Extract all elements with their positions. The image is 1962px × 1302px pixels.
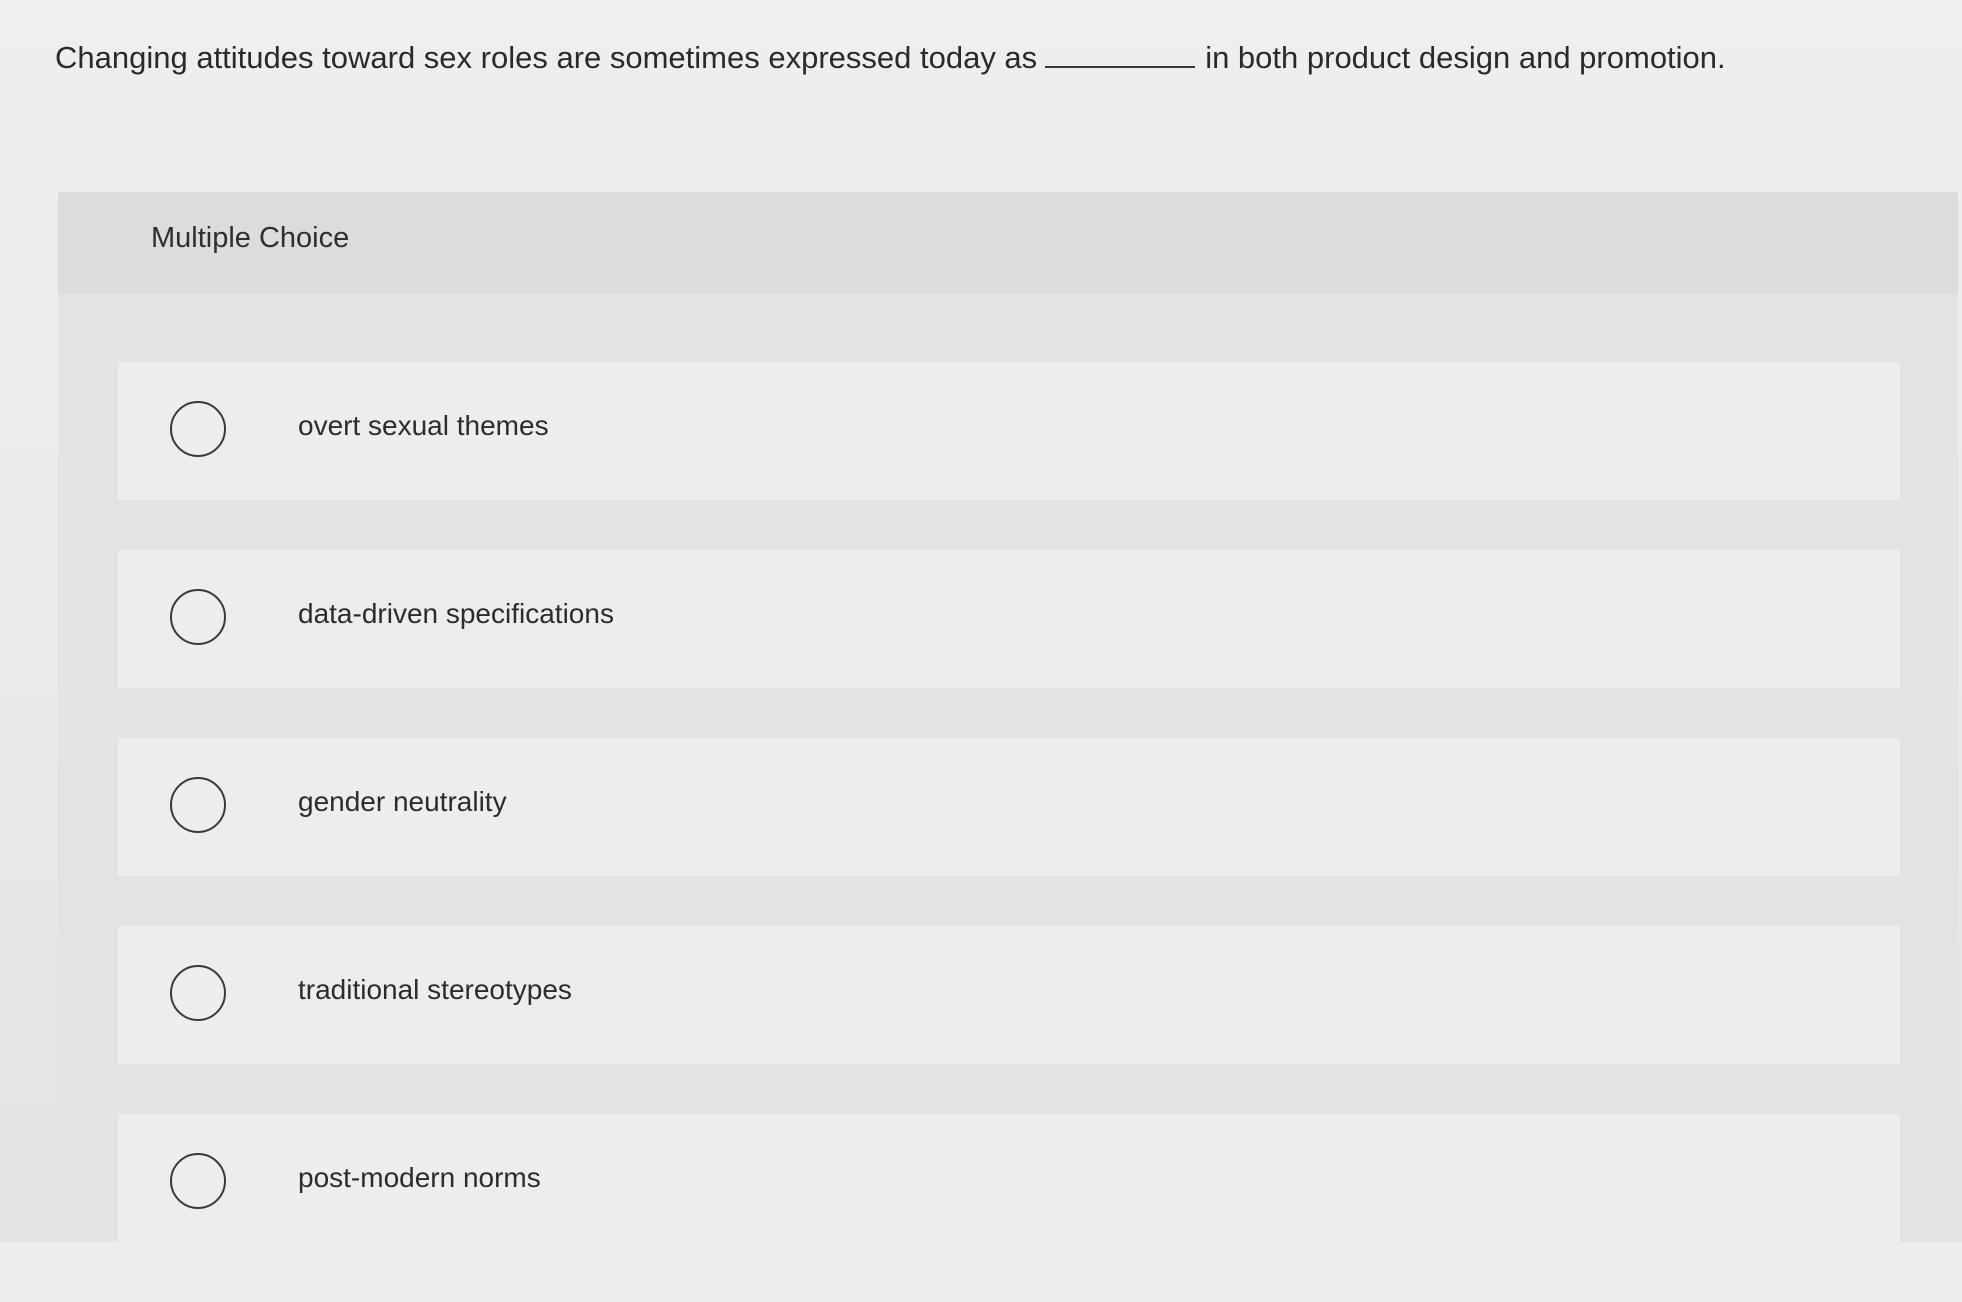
question-prompt: Changing attitudes toward sex roles are …: [55, 34, 1935, 82]
answer-option-label: overt sexual themes: [298, 410, 549, 441]
quiz-page: Changing attitudes toward sex roles are …: [0, 0, 1962, 1252]
multiple-choice-panel: Multiple Choice overt sexual themes data…: [58, 192, 1958, 1252]
radio-button[interactable]: [170, 965, 226, 1021]
answer-option[interactable]: gender neutrality: [118, 738, 1900, 876]
question-type-label: Multiple Choice: [151, 222, 350, 254]
answer-option[interactable]: data-driven specifications: [118, 550, 1900, 688]
answer-option[interactable]: traditional stereotypes: [118, 926, 1900, 1064]
radio-button[interactable]: [170, 777, 226, 833]
answer-option[interactable]: overt sexual themes: [118, 362, 1900, 500]
radio-button[interactable]: [170, 401, 226, 457]
question-text-after: in both product design and promotion.: [1205, 40, 1726, 75]
question-text-before: Changing attitudes toward sex roles are …: [55, 40, 1038, 75]
multiple-choice-header: Multiple Choice: [58, 192, 1958, 294]
answer-option[interactable]: post-modern norms: [118, 1114, 1900, 1252]
answer-option-label: traditional stereotypes: [298, 974, 572, 1005]
answer-option-label: post-modern norms: [298, 1162, 541, 1193]
radio-button[interactable]: [170, 589, 226, 645]
answer-option-label: data-driven specifications: [298, 598, 614, 629]
answer-blank: [1045, 38, 1196, 68]
answer-options: overt sexual themes data-driven specific…: [118, 362, 1900, 1302]
answer-option-label: gender neutrality: [298, 786, 507, 817]
radio-button[interactable]: [170, 1153, 226, 1209]
